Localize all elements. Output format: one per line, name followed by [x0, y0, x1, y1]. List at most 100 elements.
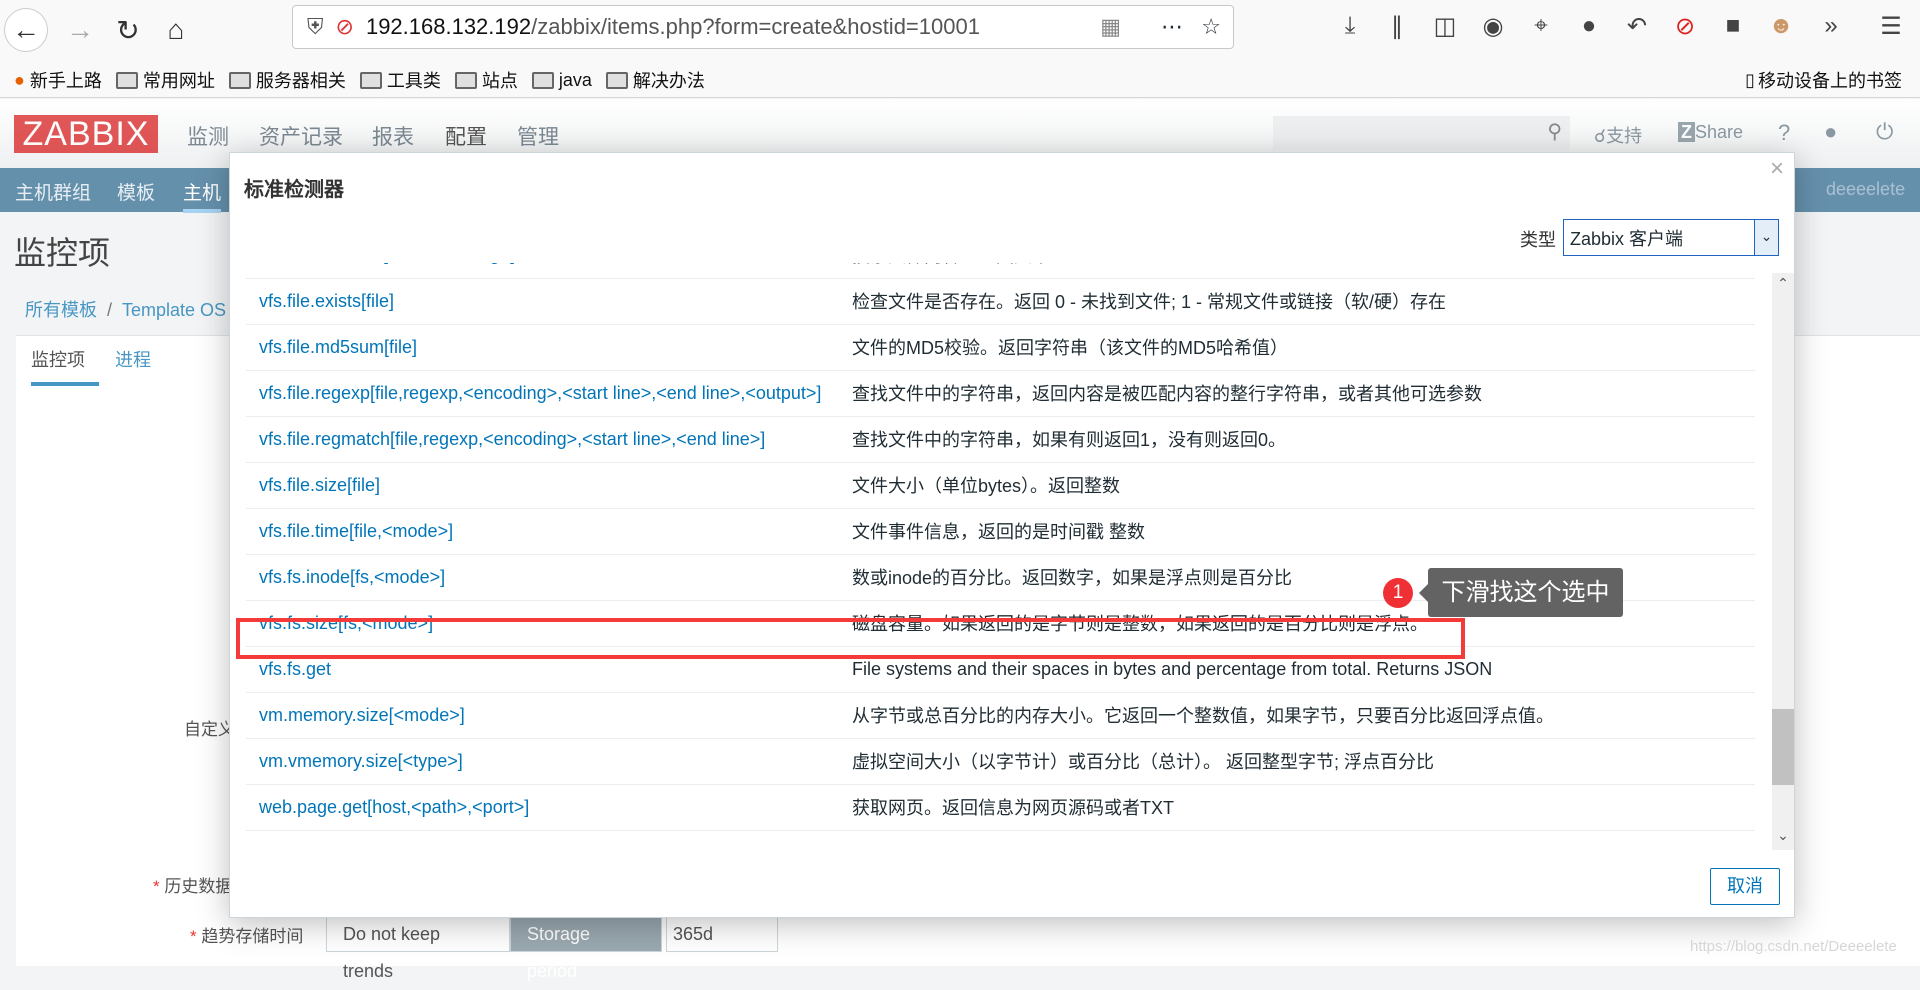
- bookmark-star-icon[interactable]: ☆: [1201, 14, 1221, 40]
- folder-icon: [531, 71, 554, 89]
- mobile-bookmarks[interactable]: ▯ 移动设备上的书签: [1745, 67, 1902, 93]
- bookmark-folder[interactable]: 站点: [454, 67, 518, 93]
- item-row[interactable]: vfs.file.regexp[file,regexp,<encoding>,<…: [246, 370, 1755, 417]
- item-key-link[interactable]: vfs.file.contents[file,<encoding>]: [246, 263, 852, 279]
- cancel-button[interactable]: 取消: [1710, 868, 1780, 905]
- forward-icon[interactable]: →: [58, 8, 102, 52]
- bookmark-folder[interactable]: java: [531, 70, 592, 91]
- item-description: 获取网页。返回信息为网页源码或者TXT: [852, 784, 1755, 831]
- bookmark-folder[interactable]: 工具类: [359, 67, 441, 93]
- item-key-link[interactable]: vm.vmemory.size[<type>]: [246, 738, 852, 785]
- menu-icon[interactable]: ☰: [1876, 12, 1906, 41]
- trends-label: * 趋势存储时间: [190, 927, 304, 946]
- nav-configuration[interactable]: 配置: [445, 121, 487, 151]
- url-bar[interactable]: ⛨ ⊘ 192.168.132.192/zabbix/items.php?for…: [292, 5, 1234, 49]
- headset-icon: ☌: [1594, 126, 1607, 146]
- trend-period-input[interactable]: 365d: [666, 915, 778, 952]
- library-icon[interactable]: ∥: [1382, 12, 1412, 41]
- item-key-link[interactable]: vm.memory.size[<mode>]: [246, 692, 852, 739]
- item-row[interactable]: web.page.get[host,<path>,<port>] 获取网页。返回信…: [246, 784, 1755, 831]
- scrollbar-thumb[interactable]: [1772, 709, 1794, 785]
- item-key-link[interactable]: vfs.file.exists[file]: [246, 278, 852, 325]
- screenshot-icon[interactable]: ⌖: [1526, 12, 1556, 40]
- nav-reports[interactable]: 报表: [372, 121, 414, 151]
- subnav-templates[interactable]: 模板: [117, 178, 155, 205]
- home-icon[interactable]: ⌂: [154, 8, 198, 52]
- nav-inventory[interactable]: 资产记录: [259, 121, 343, 151]
- item-key-link[interactable]: vfs.file.size[file]: [246, 462, 852, 509]
- history-label: * 历史数据: [153, 877, 233, 896]
- extension-icon[interactable]: ■: [1718, 12, 1748, 40]
- insecure-lock-icon[interactable]: ⊘: [336, 14, 354, 40]
- item-row[interactable]: vfs.file.exists[file] 检查文件是否存在。返回 0 - 未找到…: [246, 278, 1755, 325]
- bookmark-folder[interactable]: 服务器相关: [228, 67, 346, 93]
- type-select[interactable]: Zabbix 客户端 ⌄: [1563, 219, 1779, 256]
- item-row[interactable]: vfs.file.md5sum[file] 文件的MD5校验。返回字符串（该文件的…: [246, 324, 1755, 371]
- search-icon[interactable]: ⚲: [1547, 119, 1562, 144]
- close-icon[interactable]: ×: [1770, 155, 1784, 183]
- item-row[interactable]: vfs.file.regmatch[file,regexp,<encoding>…: [246, 416, 1755, 463]
- item-row[interactable]: vfs.file.time[file,<mode>] 文件事件信息，返回的是时间戳…: [246, 508, 1755, 555]
- tab-item[interactable]: 监控项: [31, 346, 99, 386]
- undo-icon[interactable]: ↶: [1622, 12, 1652, 41]
- zabbix-logo[interactable]: ZABBIX: [14, 115, 158, 153]
- history-label-text: 历史数据: [164, 877, 233, 896]
- item-key-link[interactable]: vfs.file.regexp[file,regexp,<encoding>,<…: [246, 370, 852, 417]
- bookmark-getting-started[interactable]: ● 新手上路: [14, 67, 102, 93]
- nav-administration[interactable]: 管理: [517, 121, 559, 151]
- bookmark-label: 新手上路: [29, 71, 102, 91]
- item-row[interactable]: vfs.file.size[file] 文件大小（单位bytes）。返回整数: [246, 462, 1755, 509]
- back-icon[interactable]: ←: [4, 8, 48, 52]
- do-not-keep-trends-option[interactable]: Do not keep trends: [326, 915, 510, 981]
- support-link[interactable]: ☌支持: [1594, 122, 1642, 148]
- folder-icon: [454, 71, 477, 89]
- download-icon[interactable]: ⤓: [1335, 12, 1365, 40]
- user-profile-icon[interactable]: ●: [1824, 119, 1837, 145]
- share-label: Share: [1695, 122, 1744, 142]
- scroll-down-icon[interactable]: ⌄: [1772, 827, 1794, 844]
- folder-icon: [115, 71, 138, 89]
- help-icon[interactable]: ?: [1778, 120, 1790, 146]
- bookmark-folder[interactable]: 常用网址: [115, 67, 215, 93]
- account-icon[interactable]: ◉: [1478, 12, 1508, 41]
- item-row[interactable]: vm.vmemory.size[<type>] 虚拟空间大小（以字节计）或百分比（…: [246, 738, 1755, 785]
- item-description: 文件的MD5校验。返回字符串（该文件的MD5哈希值）: [852, 324, 1755, 371]
- overflow-icon[interactable]: »: [1816, 12, 1846, 40]
- item-key-link[interactable]: vfs.fs.inode[fs,<mode>]: [246, 554, 852, 601]
- subnav-hosts[interactable]: 主机: [183, 178, 222, 213]
- chat-icon[interactable]: ●: [1574, 12, 1604, 40]
- username: deeeelete: [1826, 179, 1906, 199]
- item-row[interactable]: vfs.file.contents[file,<encoding>]搜索文件内容…: [246, 263, 1755, 279]
- sidebar-icon[interactable]: ◫: [1430, 12, 1460, 41]
- breadcrumb-all-templates[interactable]: 所有模板: [25, 300, 97, 320]
- url-path: /zabbix/items.php?form=create&hostid=100…: [531, 14, 980, 39]
- phone-icon: ▯: [1745, 69, 1755, 90]
- nav-monitoring[interactable]: 监测: [187, 121, 229, 151]
- scroll-up-icon[interactable]: ⌃: [1772, 275, 1794, 292]
- custom-interval-label: 自定义: [184, 720, 235, 739]
- shield-icon[interactable]: ⛨: [307, 14, 324, 40]
- logout-power-icon[interactable]: ⏻: [1876, 119, 1893, 145]
- bookmark-folder[interactable]: 解决办法: [605, 67, 705, 93]
- subnav-host-groups[interactable]: 主机群组: [15, 178, 91, 205]
- share-link[interactable]: Z Share: [1678, 122, 1743, 143]
- page-actions-icon[interactable]: ⋯: [1161, 14, 1183, 40]
- blocker-extension-icon[interactable]: ⊘: [1670, 12, 1700, 41]
- item-key-link[interactable]: vfs.file.regmatch[file,regexp,<encoding>…: [246, 416, 852, 463]
- bookmark-label: 站点: [481, 71, 518, 91]
- reload-icon[interactable]: ↻: [106, 8, 150, 52]
- storage-period-option[interactable]: Storage period: [510, 915, 662, 981]
- item-key-link[interactable]: vfs.file.time[file,<mode>]: [246, 508, 852, 555]
- breadcrumb-template[interactable]: Template OS: [122, 300, 226, 320]
- monkey-extension-icon[interactable]: ☻: [1766, 12, 1796, 40]
- watermark: https://blog.csdn.net/Deeeelete: [1690, 938, 1897, 955]
- bookmark-label: 常用网址: [142, 71, 215, 91]
- item-description: 搜索文件内容。返回文本: [852, 263, 1755, 279]
- qr-code-icon[interactable]: ▦: [1100, 14, 1121, 40]
- item-key-link[interactable]: web.page.get[host,<path>,<port>]: [246, 784, 852, 831]
- item-key-link[interactable]: vfs.file.md5sum[file]: [246, 324, 852, 371]
- item-row[interactable]: vm.memory.size[<mode>] 从字节或总百分比的内存大小。它返回一…: [246, 692, 1755, 739]
- global-search-input[interactable]: ⚲: [1273, 116, 1570, 150]
- tab-preprocessing[interactable]: 进程: [115, 346, 151, 372]
- item-description: 文件事件信息，返回的是时间戳 整数: [852, 508, 1755, 555]
